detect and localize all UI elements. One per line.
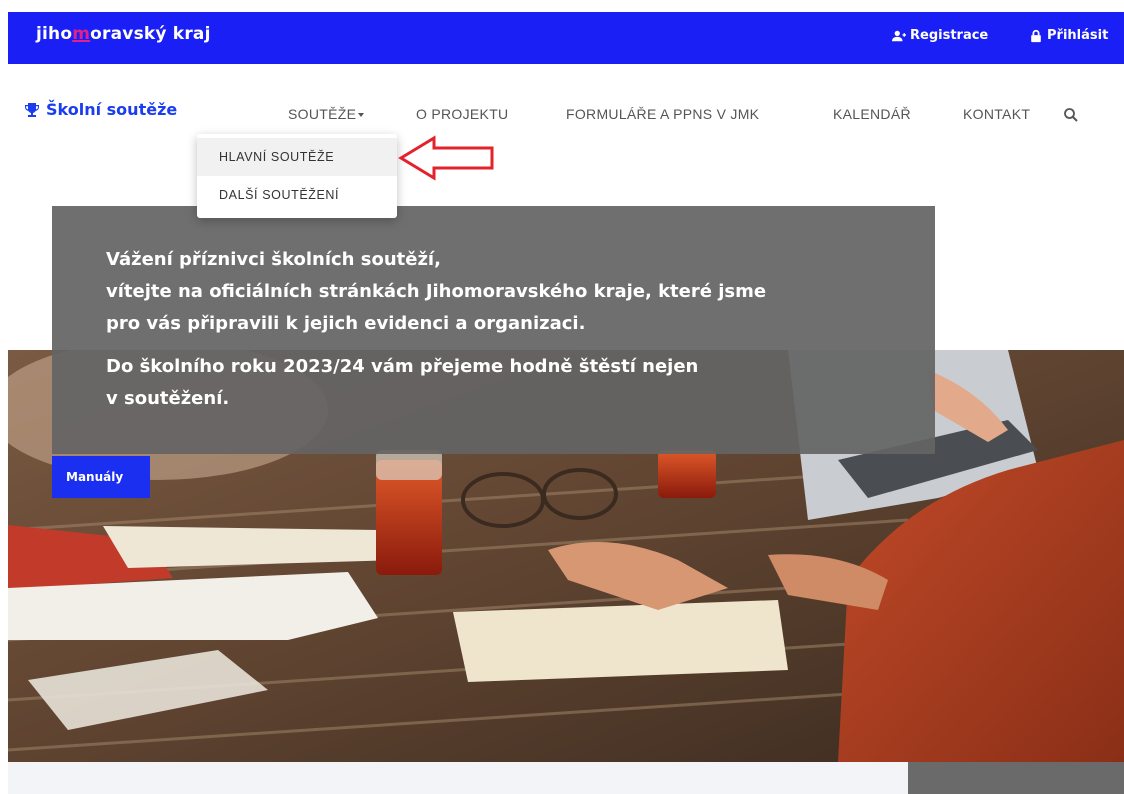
welcome-overlay: Vážení příznivci školních soutěží, vítej…	[52, 206, 935, 454]
red-arrow-annotation	[398, 135, 494, 181]
nav-kalendar[interactable]: KALENDÁŘ	[833, 106, 911, 122]
manualy-button[interactable]: Manuály	[52, 456, 150, 498]
welcome-line-1: Vážení příznivci školních soutěží,	[106, 249, 441, 270]
search-icon[interactable]	[1063, 107, 1079, 123]
souteze-dropdown-menu: HLAVNÍ SOUTĚŽE DALŠÍ SOUTĚŽENÍ	[197, 134, 397, 218]
nav-souteze[interactable]: SOUTĚŽE	[288, 106, 365, 122]
dropdown-item-dalsi-soutezeni[interactable]: DALŠÍ SOUTĚŽENÍ	[197, 176, 397, 214]
user-plus-icon	[892, 30, 906, 41]
nav-kontakt[interactable]: KONTAKT	[963, 106, 1030, 122]
lock-icon	[1031, 29, 1041, 42]
site-title: Školní soutěže	[46, 100, 178, 119]
login-label: Přihlásit	[1047, 28, 1109, 43]
caret-down-icon	[358, 113, 365, 118]
login-link[interactable]: Přihlásit	[1029, 28, 1108, 43]
welcome-line-4: Do školního roku 2023/24 vám přejeme hod…	[106, 356, 699, 377]
nav-o-projektu[interactable]: O PROJEKTU	[416, 106, 508, 122]
site-title-link[interactable]: Školní soutěže	[24, 100, 177, 119]
register-label: Registrace	[910, 28, 989, 43]
trophy-icon	[24, 102, 40, 117]
sidebar-section-start	[908, 762, 1124, 794]
register-link[interactable]: Registrace	[892, 28, 988, 43]
content-section-start	[8, 762, 908, 794]
nav-formulare[interactable]: FORMULÁŘE A PPNS V JMK	[566, 106, 759, 122]
welcome-line-2: vítejte na oficiálních stránkách Jihomor…	[106, 281, 767, 302]
dropdown-item-hlavni-souteze[interactable]: HLAVNÍ SOUTĚŽE	[197, 138, 397, 176]
welcome-line-3: pro vás připravili k jejich evidenci a o…	[106, 313, 586, 334]
welcome-line-5: v soutěžení.	[106, 388, 230, 409]
top-bar: jihomoravský kraj Registrace Přihlásit	[8, 12, 1124, 64]
jmk-logo[interactable]: jihomoravský kraj	[36, 24, 211, 44]
